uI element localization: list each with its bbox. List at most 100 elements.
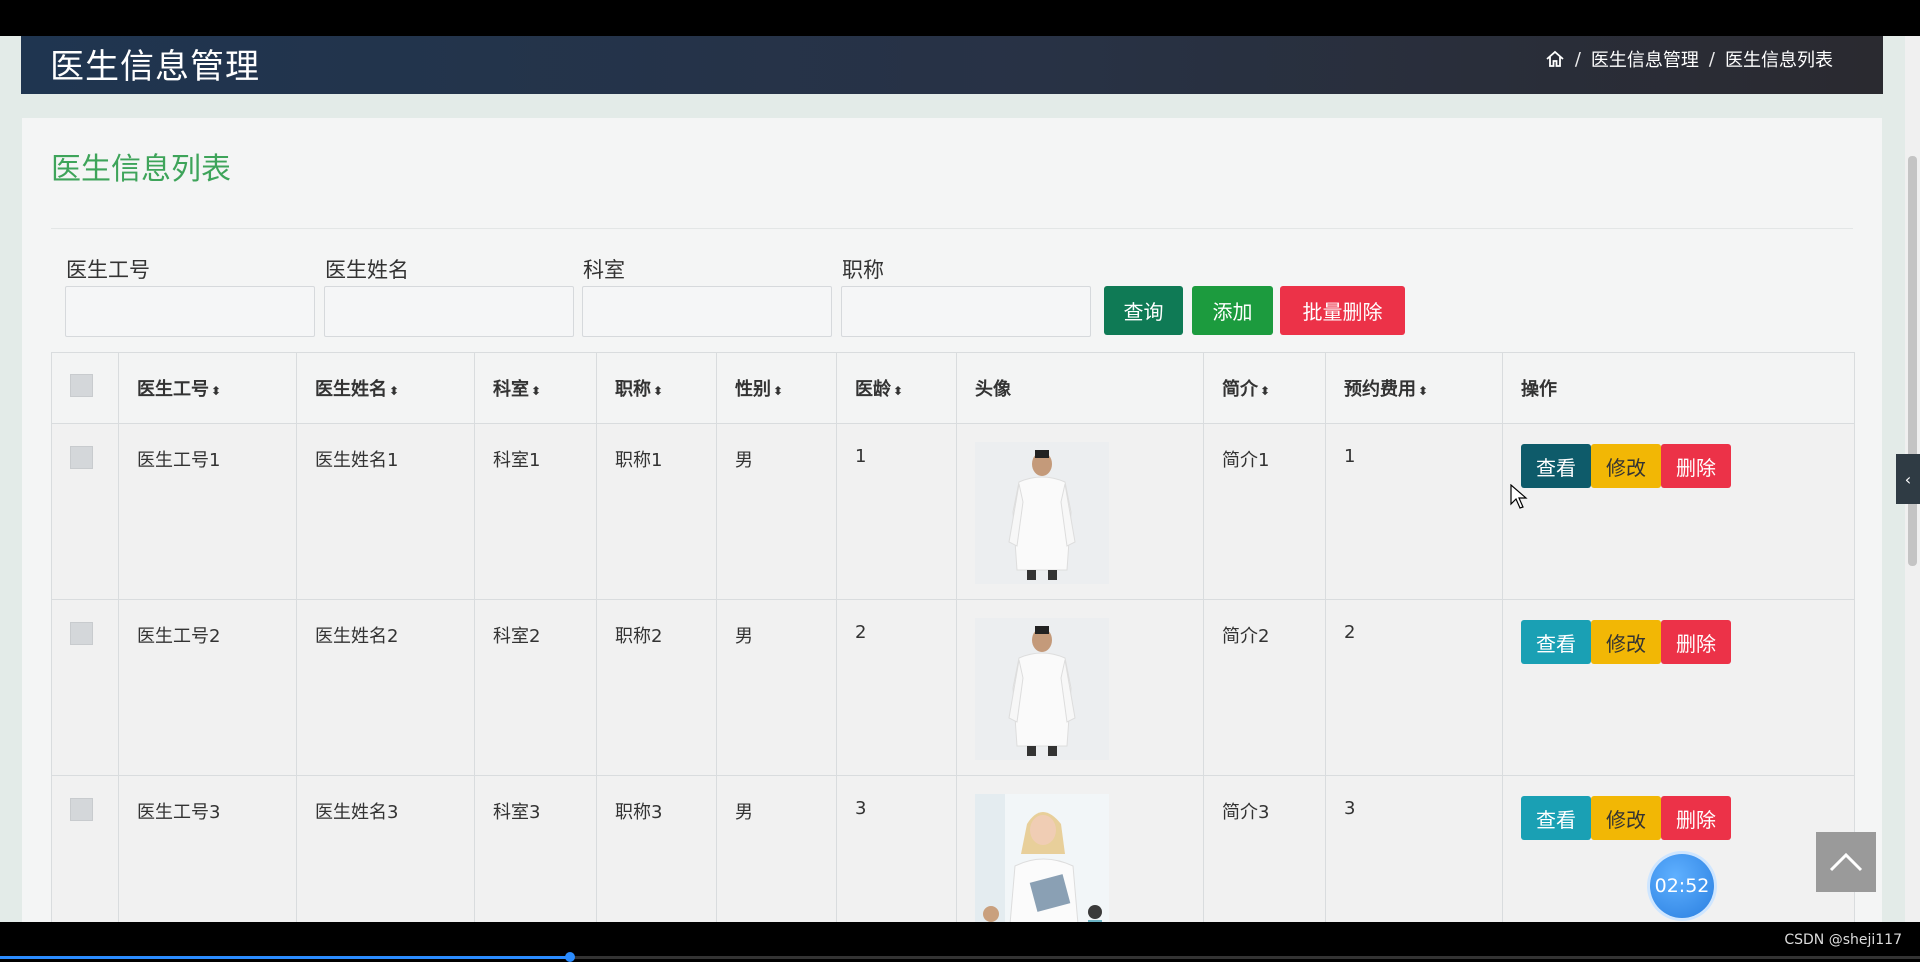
- cell-doctor-name: 医生姓名2: [296, 599, 475, 776]
- sort-icon[interactable]: ⬍: [389, 384, 399, 398]
- column-header-doctor-id[interactable]: 医生工号 ⬍: [118, 352, 297, 424]
- cell-actions: 查看 修改 删除: [1502, 599, 1855, 776]
- delete-button[interactable]: 删除: [1661, 444, 1731, 488]
- title-input[interactable]: [841, 286, 1091, 337]
- cell-years: 2: [836, 599, 957, 776]
- page-title: 医生信息管理: [50, 47, 260, 87]
- column-header-label: 头像: [975, 379, 1011, 400]
- csdn-watermark: CSDN @sheji117: [1784, 932, 1902, 948]
- cell-title: 职称3: [596, 775, 717, 922]
- cell-title: 职称1: [596, 423, 717, 600]
- column-header-label: 医生姓名: [315, 379, 387, 400]
- add-button[interactable]: 添加: [1192, 286, 1273, 335]
- column-header-label: 医龄: [855, 379, 891, 400]
- sort-icon[interactable]: ⬍: [773, 384, 783, 398]
- cell-avatar: [956, 423, 1204, 600]
- cell-intro: 简介2: [1203, 599, 1326, 776]
- cell-avatar: [956, 599, 1204, 776]
- edit-button[interactable]: 修改: [1591, 796, 1661, 840]
- chevron-up-icon: [1829, 852, 1863, 872]
- sort-icon[interactable]: ⬍: [1260, 384, 1270, 398]
- table-row: 医生工号1 医生姓名1 科室1 职称1 男 1 简介1 1 查看 修改 删除: [51, 423, 1855, 600]
- view-button[interactable]: 查看: [1521, 444, 1591, 488]
- column-header-fee[interactable]: 预约费用 ⬍: [1325, 352, 1503, 424]
- department-input[interactable]: [582, 286, 832, 337]
- column-header-years[interactable]: 医龄 ⬍: [836, 352, 957, 424]
- table-row: 医生工号2 医生姓名2 科室2 职称2 男 2 简介2 2 查看 修改 删除: [51, 599, 1855, 776]
- column-header-department[interactable]: 科室 ⬍: [474, 352, 597, 424]
- row-action-group: 查看 修改 删除: [1521, 620, 1853, 664]
- row-action-group: 查看 修改 删除: [1521, 796, 1853, 840]
- select-all-cell: [51, 352, 119, 424]
- breadcrumb-separator: /: [1574, 48, 1581, 70]
- row-checkbox[interactable]: [70, 798, 93, 821]
- video-progress-handle[interactable]: [565, 952, 576, 962]
- doctor-avatar-image: [975, 794, 1109, 922]
- title-divider: [51, 228, 1853, 229]
- breadcrumb: / 医生信息管理 / 医生信息列表: [1545, 46, 1833, 72]
- select-all-checkbox[interactable]: [70, 374, 93, 397]
- sort-icon[interactable]: ⬍: [653, 384, 663, 398]
- doctor-avatar-image: [975, 442, 1109, 584]
- app-viewport: 医生信息管理 / 医生信息管理 / 医生信息列表 医生信息列表 医生工号 医生姓…: [0, 36, 1920, 922]
- column-header-label: 预约费用: [1344, 379, 1416, 400]
- cell-title: 职称2: [596, 599, 717, 776]
- cell-intro: 简介3: [1203, 775, 1326, 922]
- column-header-title[interactable]: 职称 ⬍: [596, 352, 717, 424]
- view-button[interactable]: 查看: [1521, 796, 1591, 840]
- edit-button[interactable]: 修改: [1591, 620, 1661, 664]
- breadcrumb-separator: /: [1708, 48, 1715, 70]
- cell-years: 3: [836, 775, 957, 922]
- cell-fee: 1: [1325, 423, 1503, 600]
- row-checkbox[interactable]: [70, 446, 93, 469]
- page-header: 医生信息管理 / 医生信息管理 / 医生信息列表: [21, 36, 1883, 94]
- column-header-label: 性别: [735, 379, 771, 400]
- row-checkbox[interactable]: [70, 622, 93, 645]
- column-header-label: 科室: [493, 379, 529, 400]
- video-player-bar: CSDN @sheji117: [0, 922, 1920, 962]
- sort-icon[interactable]: ⬍: [531, 384, 541, 398]
- back-to-top-button[interactable]: [1816, 832, 1876, 892]
- cell-years: 1: [836, 423, 957, 600]
- column-header-label: 医生工号: [137, 379, 209, 400]
- department-label: 科室: [583, 258, 625, 282]
- cell-doctor-id: 医生工号2: [118, 599, 297, 776]
- sort-icon[interactable]: ⬍: [1418, 384, 1428, 398]
- column-header-label: 职称: [615, 379, 651, 400]
- mouse-cursor-icon: [1510, 483, 1528, 514]
- doctor-id-input[interactable]: [65, 286, 315, 337]
- view-button[interactable]: 查看: [1521, 620, 1591, 664]
- column-header-label: 简介: [1222, 379, 1258, 400]
- table-header-row: 医生工号 ⬍ 医生姓名 ⬍ 科室 ⬍ 职称 ⬍ 性别 ⬍ 医龄 ⬍ 头像 简介 ⬍ 预约费用 ⬍…: [51, 352, 1855, 424]
- cell-doctor-name: 医生姓名1: [296, 423, 475, 600]
- search-button[interactable]: 查询: [1104, 286, 1183, 335]
- batch-delete-button[interactable]: 批量删除: [1280, 286, 1405, 335]
- cell-doctor-name: 医生姓名3: [296, 775, 475, 922]
- home-icon[interactable]: [1545, 49, 1565, 69]
- row-select-cell: [51, 423, 119, 600]
- delete-button[interactable]: 删除: [1661, 796, 1731, 840]
- doctor-list-card: 医生信息列表 医生工号 医生姓名 科室 职称 查询 添加 批量删除 医生工号 ⬍…: [22, 118, 1882, 922]
- cell-gender: 男: [716, 775, 837, 922]
- column-header-doctor-name[interactable]: 医生姓名 ⬍: [296, 352, 475, 424]
- cell-fee: 2: [1325, 599, 1503, 776]
- doctor-table: 医生工号 ⬍ 医生姓名 ⬍ 科室 ⬍ 职称 ⬍ 性别 ⬍ 医龄 ⬍ 头像 简介 ⬍ 预约费用 ⬍…: [51, 352, 1855, 922]
- doctor-name-input[interactable]: [324, 286, 574, 337]
- breadcrumb-item-doctor-list: 医生信息列表: [1725, 50, 1833, 71]
- edit-button[interactable]: 修改: [1591, 444, 1661, 488]
- row-select-cell: [51, 775, 119, 922]
- column-header-gender[interactable]: 性别 ⬍: [716, 352, 837, 424]
- sort-icon[interactable]: ⬍: [893, 384, 903, 398]
- column-header-intro[interactable]: 简介 ⬍: [1203, 352, 1326, 424]
- delete-button[interactable]: 删除: [1661, 620, 1731, 664]
- breadcrumb-item-doctor-management[interactable]: 医生信息管理: [1591, 46, 1699, 72]
- sidebar-toggle-chevron-left-icon[interactable]: ‹: [1896, 454, 1920, 504]
- scrollbar-thumb[interactable]: [1908, 156, 1917, 566]
- cell-doctor-id: 医生工号1: [118, 423, 297, 600]
- table-row: 医生工号3 医生姓名3 科室3 职称3 男 3 简介3 3 查看 修改 删除: [51, 775, 1855, 922]
- recording-timer: 02:52: [1650, 854, 1714, 918]
- column-header-actions: 操作: [1502, 352, 1855, 424]
- column-header-label: 操作: [1521, 379, 1557, 400]
- sort-icon[interactable]: ⬍: [211, 384, 221, 398]
- doctor-avatar-image: [975, 618, 1109, 760]
